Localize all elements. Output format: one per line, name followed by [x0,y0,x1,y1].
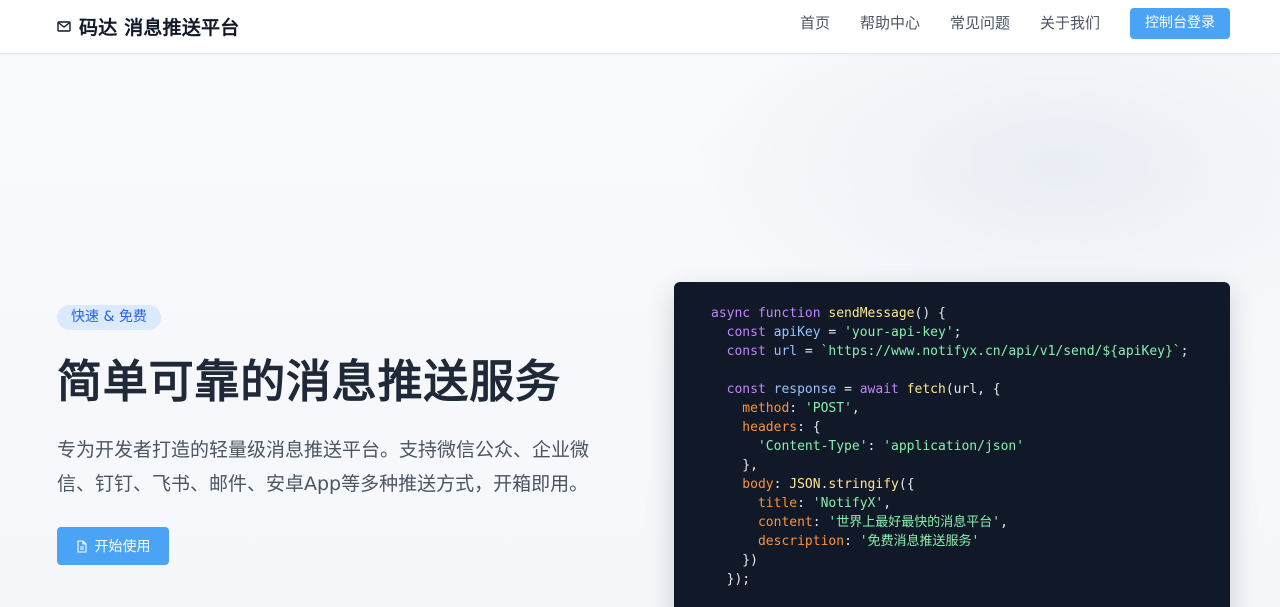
code-line: method: 'POST', [711,399,1188,418]
code-line: }) [711,551,1188,570]
code-line: title: 'NotifyX', [711,494,1188,513]
code-line: const response = await fetch(url, { [711,380,1188,399]
code-token: `https://www.notifyx.cn/api/v1/send/${ap… [820,344,1181,359]
api-code-sample: async function sendMessage() { const api… [674,282,1230,607]
main-navigation: 首页 帮助中心 常见问题 关于我们 控制台登录 [800,8,1230,39]
fast-free-badge: 快速 & 免费 [57,305,161,330]
code-token: content [711,515,813,530]
code-token: response [773,382,837,397]
get-started-label: 开始使用 [94,539,151,555]
code-token: const [711,344,774,359]
code-token: 'POST' [804,401,852,416]
code-token: const [711,382,774,397]
code-token: title [711,496,798,511]
code-line: const apiKey = 'your-api-key'; [711,323,1188,342]
code-token: stringify [828,477,899,492]
code-token: description [711,534,845,549]
code-token: 'NotifyX' [812,496,884,511]
top-navigation-bar: 码达 消息推送平台 首页 帮助中心 常见问题 关于我们 控制台登录 [0,0,1280,54]
code-line: const url = `https://www.notifyx.cn/api/… [711,342,1189,361]
code-token: : [844,534,860,549]
hero-description: 专为开发者打造的轻量级消息推送平台。支持微信公众、企业微信、钉钉、飞书、邮件、安… [57,439,590,495]
mail-icon [57,21,71,32]
code-token: , [883,496,892,511]
code-token: sendMessage [828,306,915,321]
code-token: body [711,477,774,492]
code-token: 'application/json' [883,439,1025,454]
code-token: : [812,515,829,530]
hero-section: 快速 & 免费 简单可靠的消息推送服务 专为开发者打造的轻量级消息推送平台。支持… [0,54,1280,607]
code-token: '免费消息推送服务' [859,534,980,549]
console-login-button[interactable]: 控制台登录 [1130,8,1230,39]
nav-home-link[interactable]: 首页 [800,8,830,39]
code-token: }) [711,553,758,568]
code-line: headers: { [711,418,1188,437]
code-token: url [773,344,798,359]
code-content: async function sendMessage() { const api… [711,304,1188,589]
code-line: }); [711,570,1188,589]
code-token: = [797,344,821,359]
code-token: : [773,477,790,492]
code-token: = [836,382,860,397]
code-token: await [859,382,907,397]
nav-faq-link[interactable]: 常见问题 [950,8,1010,39]
code-token: }, [711,458,758,473]
code-token: method [711,401,790,416]
code-token: async function [711,306,829,321]
code-token: ; [1180,344,1189,359]
code-token: headers [711,420,798,435]
get-started-button[interactable]: 开始使用 [57,527,169,565]
code-line: 'Content-Type': 'application/json' [711,437,1188,456]
code-line: description: '免费消息推送服务' [711,532,1188,551]
code-line: async function sendMessage() { [711,304,1188,323]
code-token: : [867,439,884,454]
code-token: ; [953,325,962,340]
code-token: JSON [789,477,821,492]
nav-help-center-link[interactable]: 帮助中心 [860,8,920,39]
code-line: body: JSON.stringify({ [711,475,1188,494]
code-token: }); [711,572,751,587]
code-token: = [820,325,845,340]
code-token: const [711,325,774,340]
code-token: () { [914,306,946,321]
code-token: , [1000,515,1008,530]
code-token: 'your-api-key' [844,325,954,340]
code-token: (url, { [945,382,1001,397]
brand-name: 码达 消息推送平台 [79,16,240,39]
code-token: ({ [898,477,915,492]
code-line: }, [711,456,1188,475]
code-token: fetch [906,382,946,397]
brand[interactable]: 码达 消息推送平台 [57,12,239,40]
nav-about-link[interactable]: 关于我们 [1040,8,1100,39]
code-token: : { [797,420,821,435]
code-token: , [851,401,860,416]
hero-title: 简单可靠的消息推送服务 [57,355,561,408]
code-token: : [797,496,813,511]
code-token: '世界上最好最快的消息平台' [828,515,1001,530]
code-token: 'Content-Type' [711,439,868,454]
code-token: apiKey [773,325,821,340]
code-line: content: '世界上最好最快的消息平台', [711,513,1188,532]
code-token: : [789,401,805,416]
document-icon [76,539,87,553]
